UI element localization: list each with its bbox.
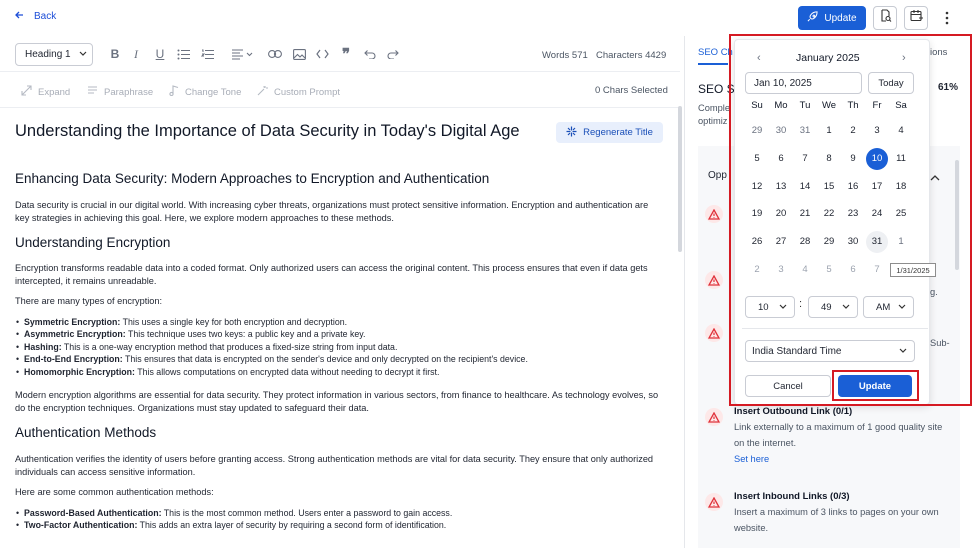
bullet-list-icon[interactable]: [176, 47, 190, 61]
bold-icon[interactable]: B: [108, 47, 122, 61]
warning-icon: [705, 324, 723, 342]
tab-seo-checklist[interactable]: SEO Ch: [698, 47, 733, 58]
expand-label: Expand: [38, 86, 71, 98]
document-search-button[interactable]: [873, 6, 897, 30]
list-item-term: Asymmetric Encryption:: [24, 329, 126, 339]
paraphrase-label: Paraphrase: [104, 86, 154, 98]
heading-authentication[interactable]: Authentication Methods: [15, 425, 156, 440]
list-item-term: Password-Based Authentication:: [24, 508, 162, 518]
change-tone-label: Change Tone: [185, 86, 242, 98]
arrow-left-icon: [14, 10, 24, 23]
numbered-list-icon[interactable]: [200, 47, 214, 61]
expand-button[interactable]: Expand: [21, 85, 70, 99]
top-bar: Back Update: [0, 0, 974, 36]
list-item-text: This ensures that data is encrypted on t…: [122, 354, 528, 364]
document-search-icon: [879, 9, 892, 27]
seo-desc-line2: optimiz: [698, 116, 728, 126]
warning-icon: [705, 408, 723, 426]
task-desc-inbound: Insert a maximum of 3 links to pages on …: [734, 507, 939, 533]
paragraph-auth-methods[interactable]: Here are some common authentication meth…: [15, 486, 665, 499]
back-button[interactable]: Back: [14, 10, 56, 23]
list-item-term: Homomorphic Encryption:: [24, 367, 135, 377]
opportunities-label[interactable]: Opp: [708, 170, 727, 181]
paragraph-encryption[interactable]: Encryption transforms readable data into…: [15, 262, 665, 287]
warning-icon: [705, 205, 723, 223]
paragraph-authentication[interactable]: Authentication verifies the identity of …: [15, 453, 665, 478]
paragraph-intro[interactable]: Data security is crucial in our digital …: [15, 199, 665, 224]
task-title-outbound: Insert Outbound Link (0/1): [734, 406, 853, 417]
custom-prompt-label: Custom Prompt: [274, 86, 340, 98]
image-icon[interactable]: [292, 47, 306, 61]
editor-scrollbar[interactable]: [678, 106, 682, 252]
update-label: Update: [824, 12, 857, 24]
heading-encryption[interactable]: Understanding Encryption: [15, 235, 170, 250]
list-item-text: This adds an extra layer of security by …: [137, 520, 447, 530]
list-item-text: This is the most common method. Users en…: [161, 508, 453, 518]
list-item[interactable]: Asymmetric Encryption: This technique us…: [16, 328, 366, 341]
heading-select-value: Heading 1: [25, 49, 71, 60]
task-title-inbound: Insert Inbound Links (0/3): [734, 491, 850, 502]
chars-selected: 0 Chars Selected: [595, 85, 668, 96]
document-title[interactable]: Understanding the Importance of Data Sec…: [15, 122, 520, 141]
sparkle-icon: [566, 126, 577, 140]
list-item-text: This technique uses two keys: a public k…: [125, 329, 366, 339]
underline-icon[interactable]: U: [153, 47, 167, 61]
character-count: Characters 4429: [596, 50, 667, 61]
list-item[interactable]: Symmetric Encryption: This uses a single…: [16, 316, 348, 329]
regenerate-title-button[interactable]: Regenerate Title: [556, 122, 663, 143]
set-here-link[interactable]: Set here: [734, 454, 769, 464]
list-item-text: This uses a single key for both encrypti…: [120, 317, 348, 327]
undo-icon[interactable]: [363, 47, 377, 61]
list-item-term: Two-Factor Authentication:: [24, 520, 138, 530]
task-desc-outbound: Link externally to a maximum of 1 good q…: [734, 422, 943, 448]
calendar-add-icon: [909, 9, 923, 27]
expand-icon: [21, 85, 32, 99]
paraphrase-icon: [87, 85, 98, 99]
paragraph-algorithms[interactable]: Modern encryption algorithms are essenti…: [15, 389, 665, 414]
highlight-frame: [729, 34, 972, 406]
list-item-text: This is a one-way encryption method that…: [61, 342, 398, 352]
seo-desc-line1: Comple: [698, 103, 731, 113]
list-item[interactable]: End-to-End Encryption: This ensures that…: [16, 353, 528, 366]
rocket-icon: [807, 11, 818, 25]
custom-prompt-button[interactable]: Custom Prompt: [257, 85, 340, 99]
align-icon[interactable]: [231, 47, 255, 61]
italic-icon[interactable]: I: [129, 47, 143, 61]
paragraph-types[interactable]: There are many types of encryption:: [15, 295, 665, 308]
list-item[interactable]: Homomorphic Encryption: This allows comp…: [16, 366, 440, 379]
code-icon[interactable]: [315, 47, 329, 61]
heading-select[interactable]: Heading 1: [15, 43, 93, 66]
list-item[interactable]: Hashing: This is a one-way encryption me…: [16, 341, 398, 354]
link-icon[interactable]: [268, 47, 282, 61]
list-item-term: Hashing:: [24, 342, 62, 352]
wand-icon: [257, 85, 268, 99]
editor-toolbar: Heading 1 B I U ❞ Words 571 Characters 4…: [0, 38, 680, 72]
schedule-button[interactable]: [904, 6, 928, 30]
change-tone-button[interactable]: Change Tone: [169, 85, 241, 99]
active-tab-indicator: [698, 63, 728, 65]
list-item-term: End-to-End Encryption:: [24, 354, 123, 364]
list-item[interactable]: Password-Based Authentication: This is t…: [16, 507, 453, 520]
heading-enhancing[interactable]: Enhancing Data Security: Modern Approach…: [15, 171, 489, 186]
panel-divider: [684, 36, 685, 548]
quote-icon[interactable]: ❞: [339, 46, 353, 63]
back-label: Back: [34, 11, 57, 22]
music-note-icon: [169, 85, 179, 99]
more-options-icon[interactable]: [944, 11, 950, 30]
list-item-term: Symmetric Encryption:: [24, 317, 121, 327]
update-button[interactable]: Update: [798, 6, 866, 30]
warning-icon: [705, 271, 723, 289]
regenerate-title-label: Regenerate Title: [583, 127, 653, 138]
list-item-text: This allows computations on encrypted da…: [134, 367, 440, 377]
word-count: Words 571: [542, 50, 588, 61]
list-item[interactable]: Two-Factor Authentication: This adds an …: [16, 519, 447, 532]
chevron-down-icon: [79, 49, 87, 60]
ai-tools-row: Expand Paraphrase Change Tone Custom Pro…: [0, 74, 680, 108]
redo-icon[interactable]: [386, 47, 400, 61]
warning-icon: [705, 493, 723, 511]
paraphrase-button[interactable]: Paraphrase: [87, 85, 153, 99]
